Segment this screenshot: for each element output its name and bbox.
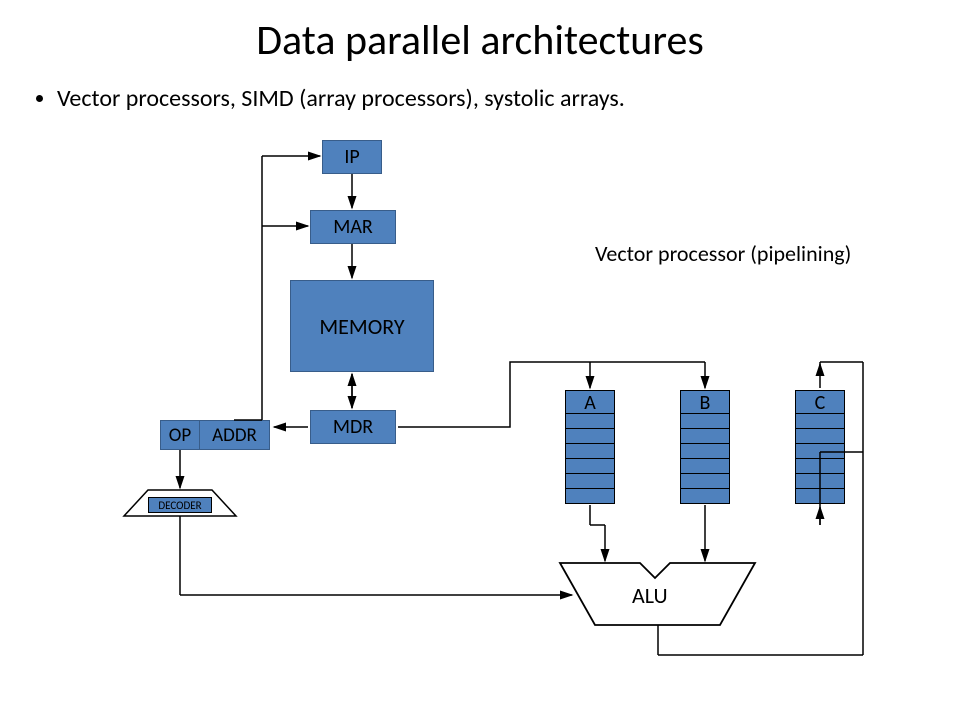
block-mdr: MDR (310, 410, 396, 444)
register-a: A (565, 390, 615, 504)
register-b: B (680, 390, 730, 504)
register-cell (565, 459, 615, 474)
block-ip: IP (322, 140, 382, 174)
block-addr: ADDR (200, 420, 270, 450)
register-cell (680, 459, 730, 474)
register-a-label: A (565, 390, 615, 414)
block-mar: MAR (310, 210, 396, 244)
bullet-item: Vector processors, SIMD (array processor… (36, 84, 625, 113)
block-memory: MEMORY (290, 280, 434, 372)
register-cell (795, 414, 845, 429)
register-cell (680, 474, 730, 489)
block-op: OP (160, 420, 200, 450)
register-cell (565, 429, 615, 444)
register-b-label: B (680, 390, 730, 414)
register-cell (795, 489, 845, 504)
register-c-label: C (795, 390, 845, 414)
register-cell (565, 444, 615, 459)
register-cell (680, 414, 730, 429)
register-cell (680, 429, 730, 444)
diagram-caption: Vector processor (pipelining) (595, 240, 851, 267)
register-c: C (795, 390, 845, 504)
register-cell (565, 474, 615, 489)
bullet-text: Vector processors, SIMD (array processor… (57, 84, 625, 113)
register-cell (565, 489, 615, 504)
register-cell (795, 429, 845, 444)
block-decoder: DECODER (148, 497, 212, 513)
register-cell (795, 474, 845, 489)
bullet-dot-icon (36, 95, 43, 102)
register-cell (565, 414, 615, 429)
register-cell (795, 459, 845, 474)
register-cell (680, 489, 730, 504)
register-cell (795, 444, 845, 459)
block-alu-label: ALU (632, 582, 668, 609)
register-cell (680, 444, 730, 459)
slide-title: Data parallel architectures (0, 15, 960, 66)
